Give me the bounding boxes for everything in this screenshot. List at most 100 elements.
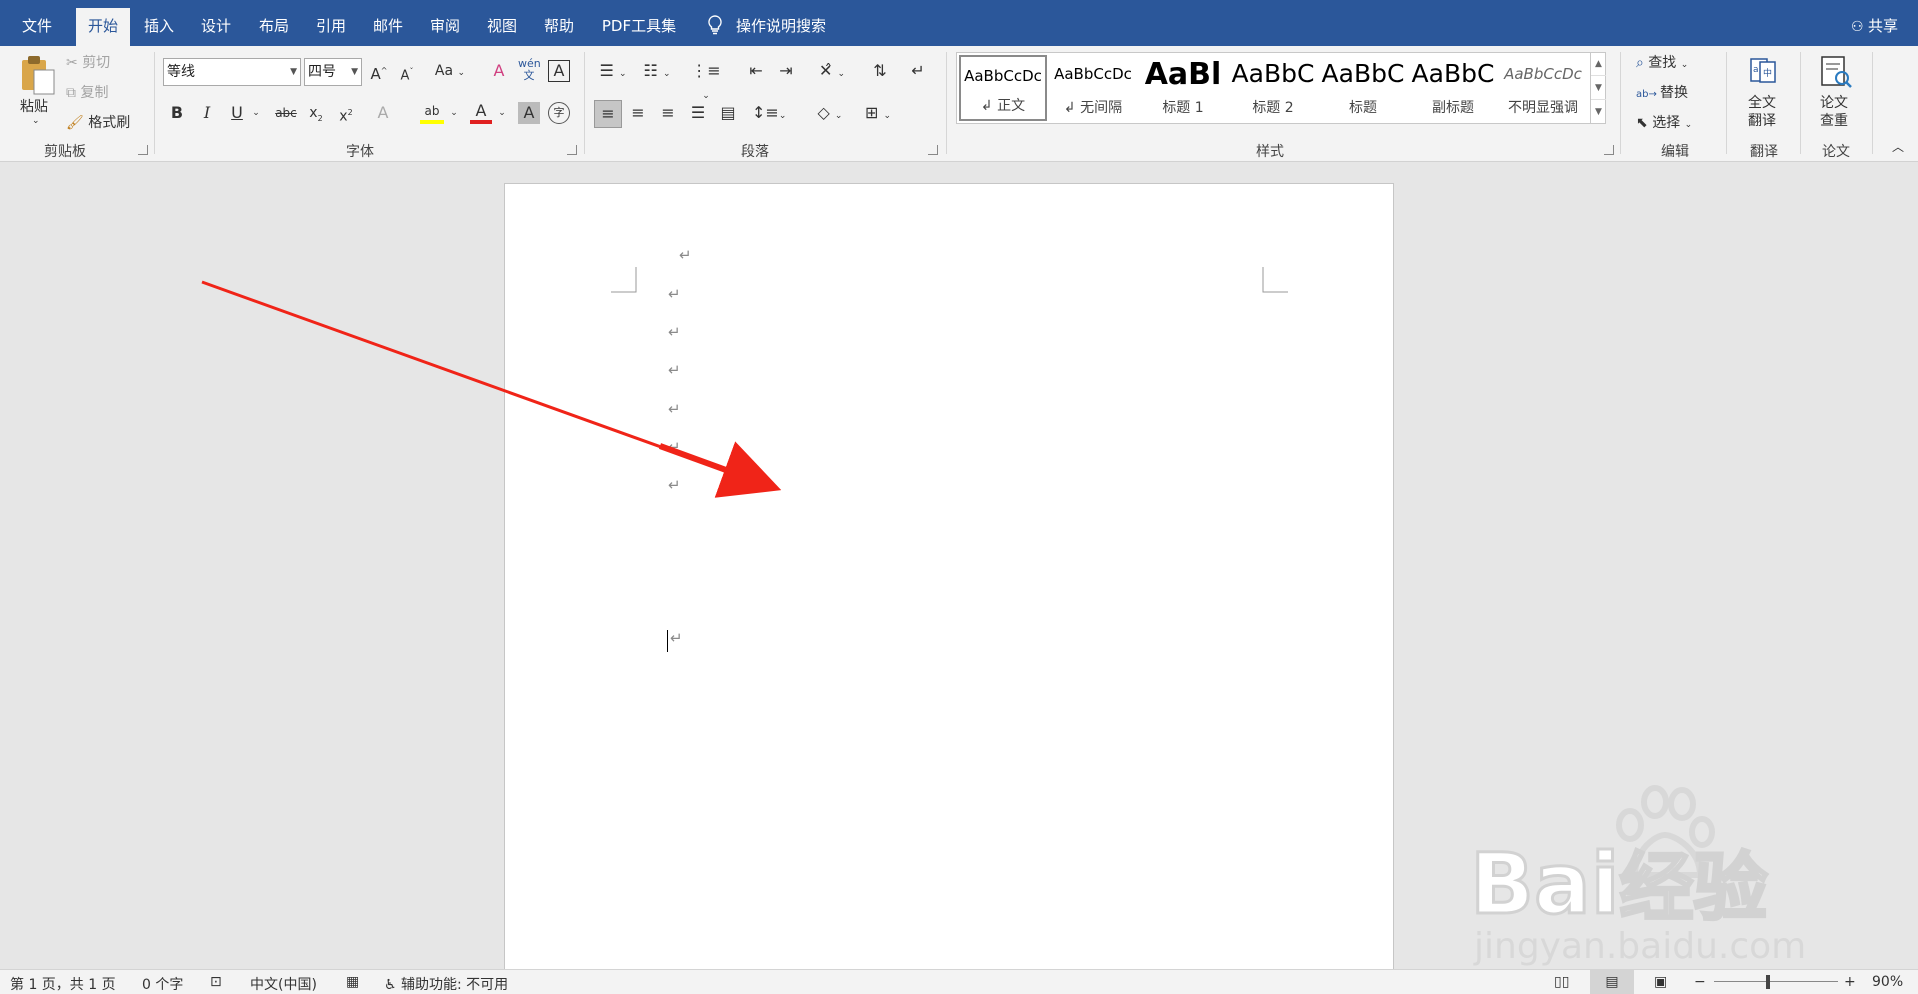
style-title[interactable]: AaBbC 标题: [1319, 55, 1407, 121]
web-layout-icon[interactable]: ▣: [1654, 974, 1667, 990]
divider: [154, 52, 155, 154]
align-center-icon[interactable]: ≡: [626, 102, 650, 124]
select-button[interactable]: ⬉ 选择 ⌄: [1636, 112, 1692, 132]
chinese-layout-icon[interactable]: ✕̂ ⌄: [812, 60, 852, 85]
accessibility-status[interactable]: ♿ 辅助功能: 不可用: [384, 974, 508, 994]
tell-me-search[interactable]: 操作说明搜索: [736, 0, 836, 46]
language-indicator[interactable]: 中文(中国): [250, 974, 317, 994]
print-layout-icon[interactable]: ▤: [1590, 970, 1634, 994]
tab-design[interactable]: 设计: [191, 0, 241, 46]
tab-layout[interactable]: 布局: [249, 0, 299, 46]
align-left-icon[interactable]: ≡: [594, 100, 622, 128]
paste-button[interactable]: 粘贴: [20, 96, 48, 116]
style-subtle-emphasis[interactable]: AaBbCcDc 不明显强调: [1499, 55, 1587, 121]
character-shading-icon[interactable]: A: [518, 102, 540, 124]
tab-file[interactable]: 文件: [12, 0, 62, 46]
paste-icon[interactable]: [18, 54, 58, 98]
multilevel-list-icon[interactable]: ⋮≡ ⌄: [686, 60, 726, 107]
tab-references[interactable]: 引用: [306, 0, 356, 46]
style-normal[interactable]: AaBbCcDc ↲ 正文: [959, 55, 1047, 121]
phonetic-guide-icon[interactable]: wén 文: [518, 58, 541, 82]
styles-launcher-icon[interactable]: [1604, 145, 1614, 155]
zoom-slider[interactable]: [1714, 981, 1838, 982]
replace-button[interactable]: ab→ 替换: [1636, 82, 1688, 102]
change-case-icon[interactable]: Aa ⌄: [433, 60, 467, 84]
grow-font-icon[interactable]: A^: [368, 60, 390, 85]
italic-icon[interactable]: I: [196, 102, 218, 124]
tab-view[interactable]: 视图: [477, 0, 527, 46]
decrease-indent-icon[interactable]: ⇤: [744, 60, 768, 82]
zoom-in-icon[interactable]: +: [1844, 974, 1856, 990]
format-painter-button[interactable]: 🖌 格式刷: [66, 112, 130, 132]
input-method-icon[interactable]: ▦: [346, 974, 359, 990]
copy-button[interactable]: ⧉ 复制: [66, 82, 108, 102]
zoom-slider-thumb[interactable]: [1766, 975, 1770, 989]
zoom-out-icon[interactable]: −: [1694, 974, 1706, 990]
line-spacing-icon[interactable]: ↕≡⌄: [752, 102, 786, 127]
align-right-icon[interactable]: ≡: [656, 102, 680, 124]
character-border-icon[interactable]: A: [548, 60, 570, 82]
subscript-icon[interactable]: x2: [304, 102, 328, 130]
scroll-up-icon[interactable]: ▲: [1591, 52, 1606, 76]
font-size-combo[interactable]: 四号 ▼: [304, 58, 362, 86]
borders-icon[interactable]: ⊞ ⌄: [858, 102, 898, 127]
numbering-icon[interactable]: ☷ ⌄: [640, 60, 674, 85]
paste-dropdown-icon[interactable]: ⌄: [32, 116, 40, 126]
full-text-translate-button[interactable]: 全文 翻译: [1748, 94, 1776, 130]
paragraph-launcher-icon[interactable]: [928, 145, 938, 155]
document-page[interactable]: ↵ ↵ ↵ ↵ ↵ ↵ ↵ ↵: [504, 183, 1394, 973]
justify-icon[interactable]: ☰: [686, 102, 710, 124]
divider: [1800, 52, 1801, 154]
text-effects-icon[interactable]: A: [372, 102, 394, 124]
tab-mailings[interactable]: 邮件: [363, 0, 413, 46]
increase-indent-icon[interactable]: ⇥: [774, 60, 798, 82]
more-styles-icon[interactable]: ▼: [1591, 100, 1606, 124]
strikethrough-icon[interactable]: abc: [272, 102, 300, 124]
read-mode-icon[interactable]: ▯▯: [1554, 974, 1569, 990]
tab-review[interactable]: 审阅: [420, 0, 470, 46]
scroll-down-icon[interactable]: ▼: [1591, 76, 1606, 100]
font-color-icon[interactable]: A: [470, 100, 492, 124]
zoom-level[interactable]: 90%: [1872, 974, 1903, 990]
style-no-spacing[interactable]: AaBbCcDc ↲ 无间隔: [1049, 55, 1137, 121]
tab-insert[interactable]: 插入: [134, 0, 184, 46]
text-cursor: [667, 630, 668, 652]
bullets-icon[interactable]: ☰ ⌄: [596, 60, 630, 85]
font-color-dropdown-icon[interactable]: ⌄: [496, 102, 508, 124]
bold-icon[interactable]: B: [166, 102, 188, 124]
enclose-characters-icon[interactable]: 字: [548, 102, 570, 124]
font-name-combo[interactable]: 等线 ▼: [163, 58, 301, 86]
style-heading-1[interactable]: AaBl 标题 1: [1139, 55, 1227, 121]
translate-icon[interactable]: a中: [1748, 56, 1778, 86]
proofing-icon[interactable]: ⊡: [210, 974, 222, 990]
tab-help[interactable]: 帮助: [534, 0, 584, 46]
lightbulb-icon[interactable]: [705, 14, 725, 36]
paper-check-button[interactable]: 论文 查重: [1820, 94, 1848, 130]
shading-icon[interactable]: ◇ ⌄: [810, 102, 850, 127]
clipboard-launcher-icon[interactable]: [138, 145, 148, 155]
shrink-font-icon[interactable]: Aˇ: [396, 61, 418, 87]
highlight-icon[interactable]: ab: [420, 100, 444, 124]
page-count[interactable]: 第 1 页，共 1 页: [10, 974, 116, 994]
underline-dropdown-icon[interactable]: ⌄: [250, 102, 262, 124]
find-button[interactable]: ⌕ 查找 ⌄: [1636, 52, 1688, 72]
superscript-icon[interactable]: x2: [334, 102, 358, 128]
chevron-down-icon: ▼: [351, 67, 358, 77]
highlight-dropdown-icon[interactable]: ⌄: [448, 102, 460, 124]
tab-pdf-tools[interactable]: PDF工具集: [594, 0, 684, 46]
tab-home[interactable]: 开始: [76, 8, 130, 46]
clear-formatting-icon[interactable]: A: [488, 60, 510, 82]
style-heading-2[interactable]: AaBbC 标题 2: [1229, 55, 1317, 121]
style-subtitle[interactable]: AaBbC 副标题: [1409, 55, 1497, 121]
paper-check-icon[interactable]: [1818, 54, 1854, 90]
sort-icon[interactable]: ⇅: [868, 60, 892, 82]
accessibility-label: 辅助功能: 不可用: [401, 977, 509, 993]
distributed-icon[interactable]: ▤: [716, 102, 740, 124]
cut-button[interactable]: ✂ 剪切: [66, 52, 110, 72]
underline-icon[interactable]: U: [226, 102, 248, 124]
share-button[interactable]: ⚇ 共享: [1851, 0, 1898, 46]
collapse-ribbon-icon[interactable]: ︿: [1892, 138, 1904, 155]
word-count[interactable]: 0 个字: [142, 974, 183, 994]
font-launcher-icon[interactable]: [567, 145, 577, 155]
show-marks-icon[interactable]: ↵: [906, 60, 930, 82]
